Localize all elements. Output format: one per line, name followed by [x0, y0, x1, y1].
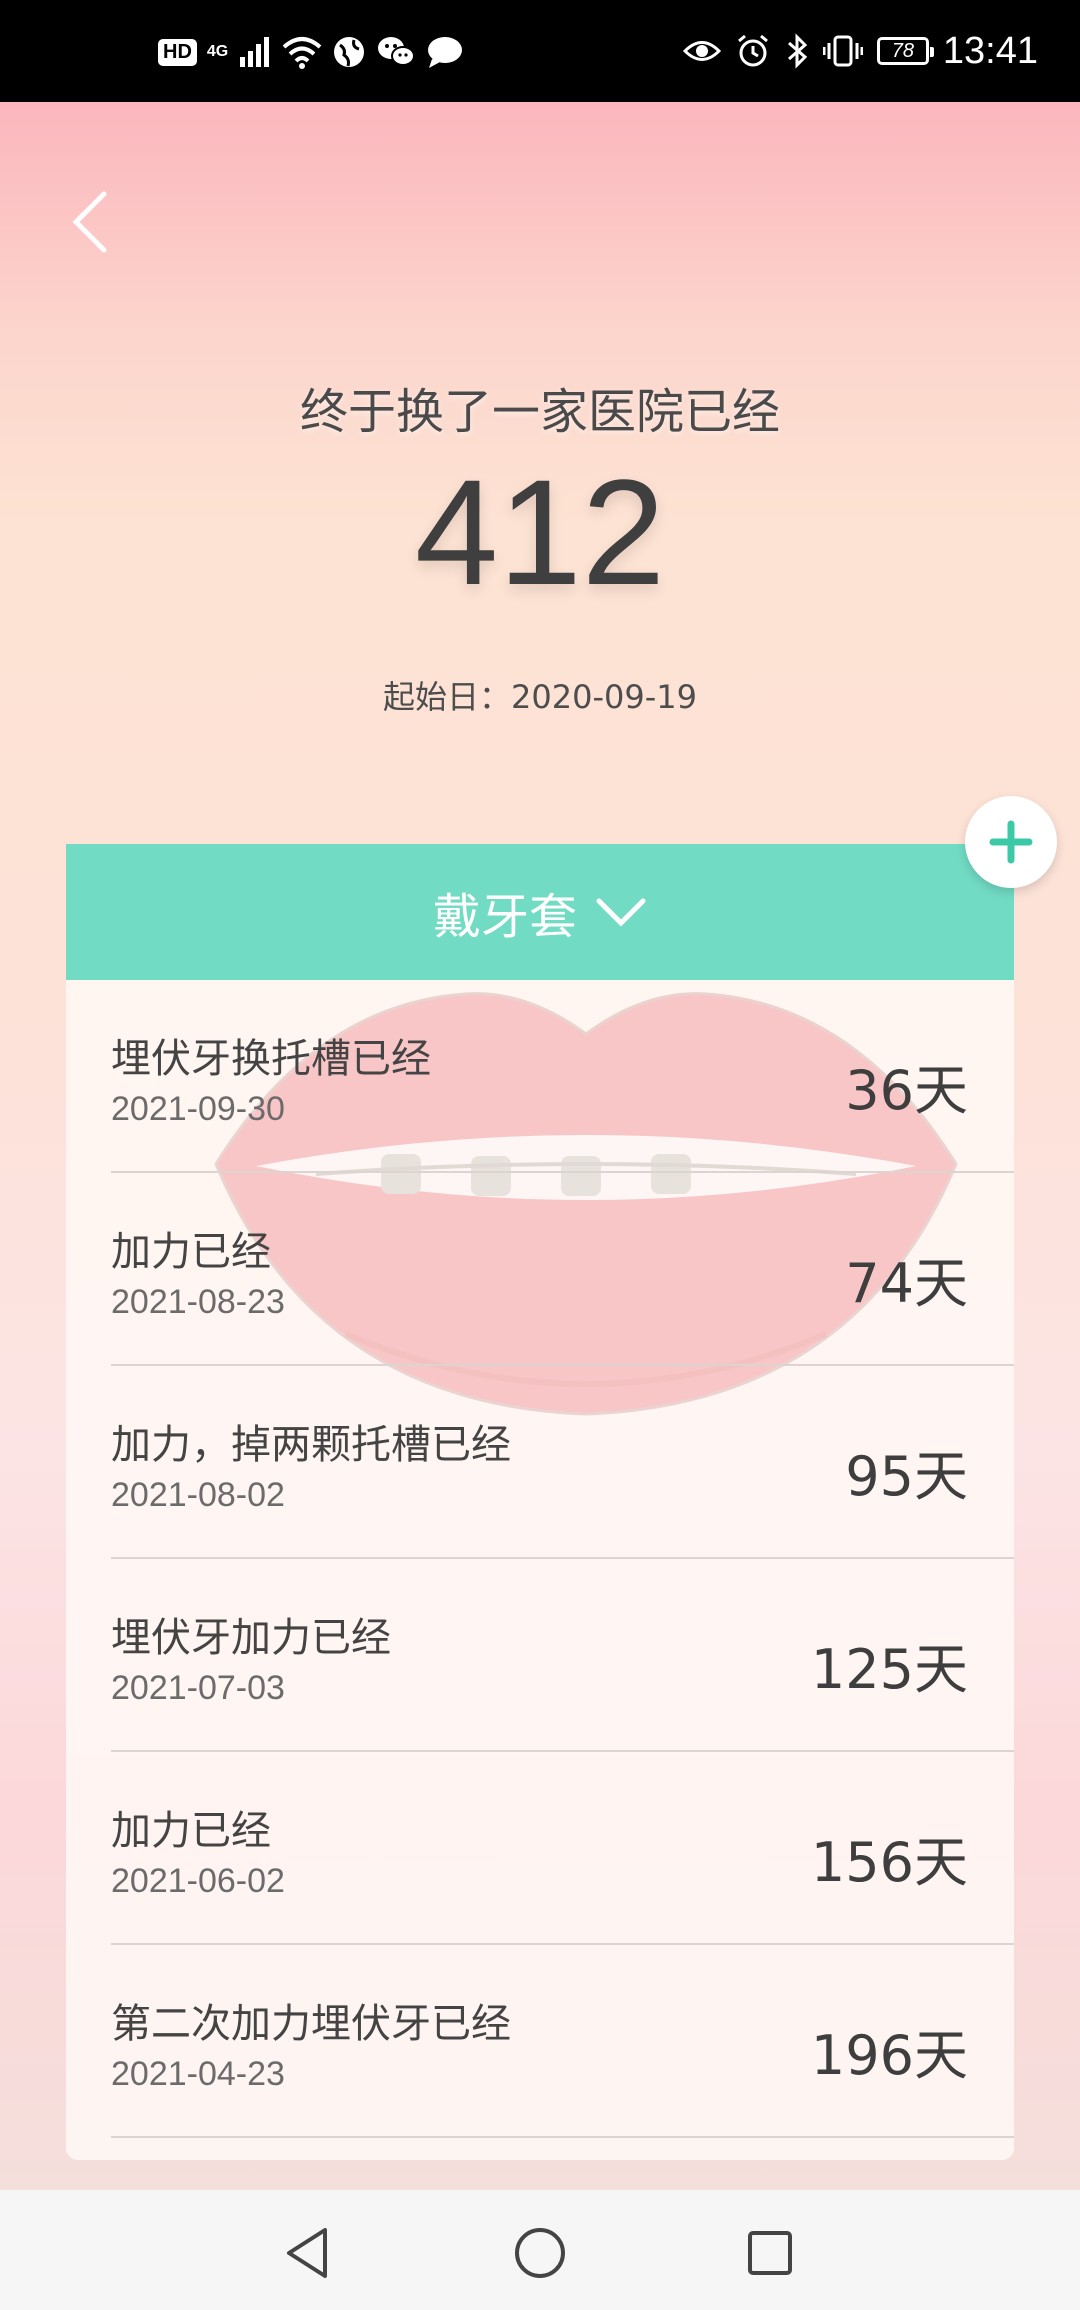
circle-home-icon [515, 2228, 565, 2278]
triangle-back-icon [287, 2228, 327, 2278]
event-date: 2021-07-03 [111, 1669, 285, 1707]
message-icon [428, 37, 463, 68]
events-card: 戴牙套 埋伏牙换托槽已经 2021-09-30 36天 加力已经 2021-08… [66, 844, 1014, 2160]
alarm-icon [737, 34, 768, 67]
signal-icon [240, 37, 270, 67]
nav-home-button[interactable] [505, 2218, 575, 2288]
eye-icon [682, 41, 721, 61]
event-title: 埋伏牙加力已经 [111, 1615, 391, 1661]
event-day-count: 196天 [810, 2024, 968, 2087]
hero-day-count: 412 [414, 448, 666, 616]
bluetooth-icon [787, 33, 808, 69]
chevron-left-icon [72, 191, 107, 253]
hd-badge: HD [158, 38, 197, 66]
event-title: 加力，掉两颗托槽已经 [111, 1422, 511, 1468]
nav-back-button[interactable] [272, 2218, 342, 2288]
status-left-icons: HD 4G [158, 32, 464, 72]
wifi-icon [282, 37, 322, 69]
event-day-count: 36天 [845, 1059, 968, 1122]
event-date: 2021-06-02 [111, 1862, 285, 1900]
hero-subtitle: 终于换了一家医院已经 [299, 384, 780, 440]
list-item[interactable]: 加力已经 2021-06-02 156天 [111, 1752, 1014, 1945]
nav-recent-button[interactable] [735, 2218, 805, 2288]
battery-indicator: 78 [876, 37, 934, 65]
category-label: 戴牙套 [432, 889, 577, 945]
event-list: 埋伏牙换托槽已经 2021-09-30 36天 加力已经 2021-08-23 … [66, 980, 1014, 2138]
vibrate-icon [822, 35, 863, 67]
status-right-icons: 78 13:41 [682, 26, 1038, 76]
list-item[interactable]: 第二次加力埋伏牙已经 2021-04-23 196天 [111, 1945, 1014, 2138]
main-screen: 终于换了一家医院已经 412 起始日：2020-09-19 戴牙套 埋伏牙换托槽… [0, 102, 1080, 2190]
wechat-icon [378, 37, 416, 66]
list-item[interactable]: 加力已经 2021-08-23 74天 [111, 1173, 1014, 1366]
status-time: 13:41 [942, 29, 1038, 72]
list-item[interactable]: 加力，掉两颗托槽已经 2021-08-02 95天 [111, 1366, 1014, 1559]
event-title: 加力已经 [111, 1808, 271, 1854]
system-nav-bar [0, 2190, 1080, 2310]
plus-icon [989, 820, 1033, 864]
hero-start-date: 起始日：2020-09-19 [383, 678, 697, 716]
event-day-count: 125天 [810, 1638, 968, 1701]
square-recent-icon [748, 2231, 792, 2275]
event-date: 2021-09-30 [111, 1090, 285, 1128]
category-selector[interactable]: 戴牙套 [66, 844, 1014, 980]
event-title: 加力已经 [111, 1229, 271, 1275]
event-title: 埋伏牙换托槽已经 [111, 1036, 431, 1082]
list-item[interactable]: 埋伏牙换托槽已经 2021-09-30 36天 [111, 980, 1014, 1173]
event-date: 2021-04-23 [111, 2055, 285, 2093]
event-day-count: 74天 [845, 1252, 968, 1315]
network-type: 4G [206, 43, 229, 60]
event-day-count: 156天 [810, 1831, 968, 1894]
battery-level: 78 [891, 39, 915, 62]
status-bar: HD 4G 78 13:41 [0, 0, 1080, 102]
list-item[interactable]: 埋伏牙加力已经 2021-07-03 125天 [111, 1559, 1014, 1752]
add-event-button[interactable] [965, 796, 1057, 888]
chevron-down-icon [596, 898, 646, 927]
event-day-count: 95天 [845, 1445, 968, 1508]
globe-icon [334, 37, 365, 67]
event-title: 第二次加力埋伏牙已经 [111, 2001, 511, 2047]
back-button[interactable] [60, 182, 120, 262]
event-date: 2021-08-23 [111, 1283, 285, 1321]
event-date: 2021-08-02 [111, 1476, 285, 1514]
